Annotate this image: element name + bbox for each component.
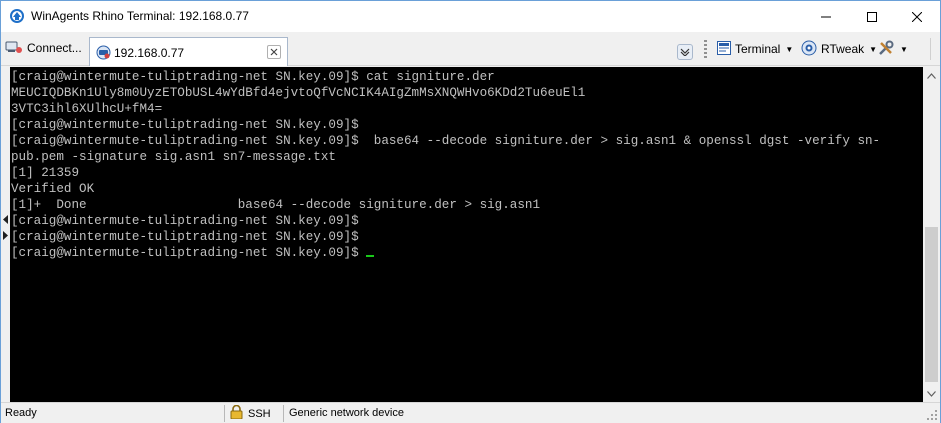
maximize-button[interactable] <box>849 1 895 32</box>
tab-list-dropdown-button[interactable] <box>677 44 693 60</box>
terminal-line: [craig@wintermute-tuliptrading-net SN.ke… <box>11 118 359 132</box>
terminal-line: [craig@wintermute-tuliptrading-net SN.ke… <box>11 230 359 244</box>
terminal-line: 3VTC3ihl6XUlhcU+fM4= <box>11 102 163 116</box>
rtweak-label: RTweak <box>821 42 865 56</box>
terminal-prompt: [craig@wintermute-tuliptrading-net SN.ke… <box>11 246 367 260</box>
terminal-line: [1] 21359 <box>11 166 80 180</box>
terminal-line: Verified OK <box>11 182 95 196</box>
terminal-icon <box>717 40 731 58</box>
terminal-line: [1]+ Done base64 --decode signiture.der … <box>11 198 541 212</box>
lock-icon <box>230 404 243 422</box>
tab-session[interactable]: 192.168.0.77 <box>89 37 288 66</box>
status-divider <box>283 405 284 422</box>
app-window: WinAgents Rhino Terminal: 192.168.0.77 C… <box>0 0 941 423</box>
rhino-terminal-icon <box>9 8 25 24</box>
gutter-right-arrow-icon <box>3 231 8 240</box>
gutter-left-arrow-icon <box>3 215 8 224</box>
toolbar-grip[interactable] <box>704 40 707 58</box>
minimize-button[interactable] <box>803 1 849 32</box>
tab-close-icon[interactable] <box>267 45 281 59</box>
chevron-up-icon <box>927 72 936 79</box>
scroll-up-button[interactable] <box>923 67 940 84</box>
terminal-menu-button[interactable]: Terminal ▼ <box>717 40 793 58</box>
scrollbar-thumb[interactable] <box>925 227 938 382</box>
left-gutter <box>1 67 10 402</box>
status-bar: Ready SSH Generic network device <box>1 402 940 423</box>
chevron-down-icon <box>927 390 936 397</box>
chevron-down-icon: ▼ <box>869 44 878 54</box>
terminal-line: [craig@wintermute-tuliptrading-net SN.ke… <box>11 70 495 84</box>
terminal-prompt-line: [craig@wintermute-tuliptrading-net SN.ke… <box>11 245 923 261</box>
session-icon <box>96 45 111 63</box>
status-text: Ready <box>5 407 37 419</box>
protocol-label: SSH <box>248 407 271 420</box>
connect-icon <box>5 39 23 58</box>
terminal-cursor <box>366 255 375 257</box>
resize-grip-icon[interactable] <box>926 409 938 421</box>
terminal-line: [craig@wintermute-tuliptrading-net SN.ke… <box>11 134 881 148</box>
title-bar[interactable]: WinAgents Rhino Terminal: 192.168.0.77 <box>1 1 940 32</box>
terminal-area: [craig@wintermute-tuliptrading-net SN.ke… <box>1 67 940 402</box>
tab-toolbar: Connect... 192.168.0.77 Terminal ▼ RTwea… <box>1 32 940 66</box>
toolbar-divider <box>930 38 931 60</box>
terminal-label: Terminal <box>735 42 781 56</box>
status-device: Generic network device <box>289 407 404 419</box>
tools-menu-button[interactable]: ▼ <box>877 40 908 58</box>
status-divider <box>224 405 225 422</box>
connect-button[interactable]: Connect... <box>5 38 82 58</box>
chevron-down-icon: ▼ <box>785 44 794 54</box>
rtweak-menu-button[interactable]: RTweak ▼ <box>801 40 877 58</box>
tab-label: 192.168.0.77 <box>114 46 185 60</box>
vertical-scrollbar[interactable] <box>923 67 940 402</box>
terminal-line: pub.pem -signature sig.asn1 sn7-message.… <box>11 150 336 164</box>
terminal-line: MEUCIQDBKn1Uly8m0UyzETObUSL4wYdBfd4ejvto… <box>11 86 586 100</box>
status-protocol: SSH <box>230 404 271 422</box>
tools-icon <box>877 40 895 59</box>
chevron-down-icon: ▼ <box>900 44 908 54</box>
connect-label: Connect... <box>27 41 82 55</box>
rtweak-icon <box>801 40 817 59</box>
close-button[interactable] <box>894 1 940 32</box>
window-title: WinAgents Rhino Terminal: 192.168.0.77 <box>31 9 249 23</box>
terminal-screen[interactable]: [craig@wintermute-tuliptrading-net SN.ke… <box>10 67 923 402</box>
terminal-line: [craig@wintermute-tuliptrading-net SN.ke… <box>11 214 359 228</box>
scroll-down-button[interactable] <box>923 385 940 402</box>
